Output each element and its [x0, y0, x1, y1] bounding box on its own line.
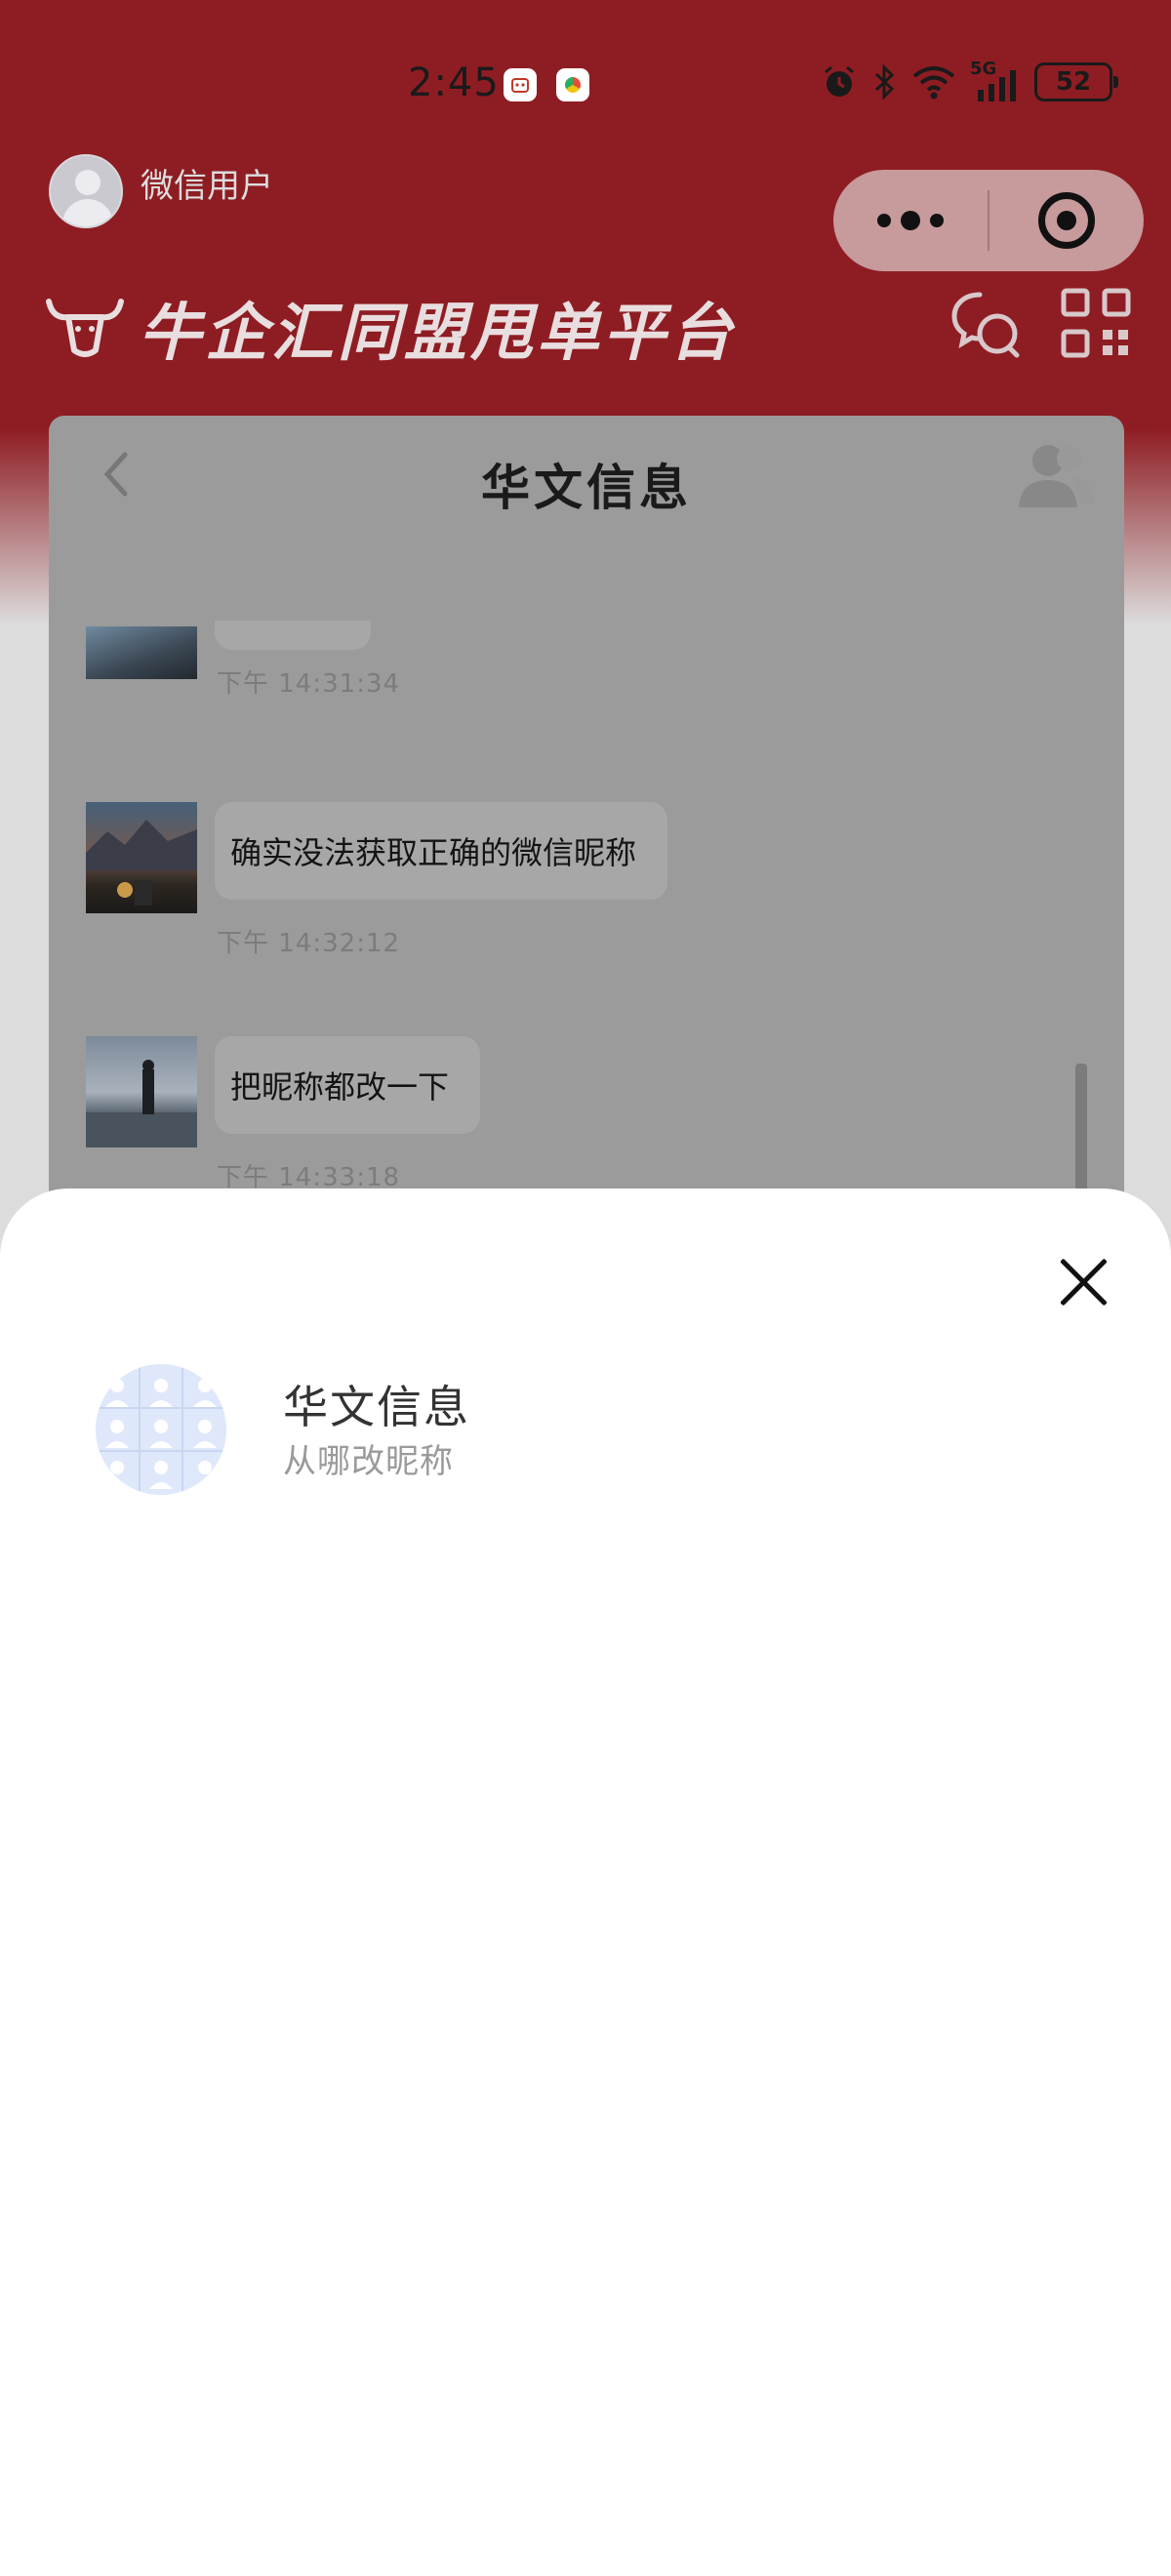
brand-title: 牛企汇同盟甩单平台 [139, 298, 736, 370]
group-avatar [96, 1364, 226, 1495]
message-bubble-tail [215, 621, 371, 650]
bluetooth-icon [874, 63, 895, 101]
battery-level: 52 [1055, 67, 1092, 97]
user-name: 微信用户 [141, 166, 273, 206]
avatar [49, 154, 123, 228]
message-thumbnail[interactable] [86, 802, 197, 913]
status-time: 2:45 [408, 60, 500, 105]
status-bar: 2:45 5G 52 [0, 0, 1171, 176]
qr-code-icon[interactable] [1060, 287, 1132, 359]
group-members-icon[interactable] [1015, 437, 1097, 515]
chat-bubbles-icon[interactable] [950, 287, 1023, 359]
close-miniprogram-icon [1038, 192, 1095, 249]
message-bubble[interactable]: 把昵称都改一下 [215, 1036, 481, 1134]
battery-icon: 52 [1034, 62, 1118, 101]
miniprogram-capsule [833, 170, 1144, 271]
group-subtitle: 从哪改昵称 [283, 1442, 454, 1481]
chat-header: 华文信息 [49, 416, 1124, 533]
chrome-notification-icon [556, 68, 589, 101]
message-bubble[interactable]: 确实没法获取正确的微信昵称 [215, 802, 668, 900]
message-time: 下午 14:32:12 [217, 929, 401, 958]
wifi-icon [912, 66, 955, 100]
group-name: 华文信息 [283, 1381, 470, 1433]
app-background: 2:45 5G 52 微信用户 牛企汇同盟甩单平台 华文信息 下午 14:31:… [0, 0, 1171, 1391]
message-thumbnail[interactable] [86, 1036, 197, 1147]
user-info[interactable]: 微信用户 [49, 154, 273, 228]
chat-title: 华文信息 [481, 460, 692, 516]
message-time: 下午 14:31:34 [217, 669, 401, 699]
alarm-icon [825, 65, 854, 97]
more-dots-icon[interactable] [833, 170, 988, 271]
message-thumbnail[interactable] [86, 626, 197, 679]
robot-notification-icon [504, 68, 537, 101]
bottom-sheet: 华文信息 从哪改昵称 [0, 1188, 1171, 2576]
header-actions [950, 287, 1132, 359]
bull-logo-icon [46, 299, 124, 357]
close-x-icon[interactable] [1056, 1255, 1110, 1309]
signal-icon: 5G [970, 59, 1021, 101]
close-miniprogram-button[interactable] [989, 192, 1144, 249]
status-icons: 5G 52 [820, 59, 1118, 101]
brand-header: 牛企汇同盟甩单平台 [43, 283, 736, 373]
